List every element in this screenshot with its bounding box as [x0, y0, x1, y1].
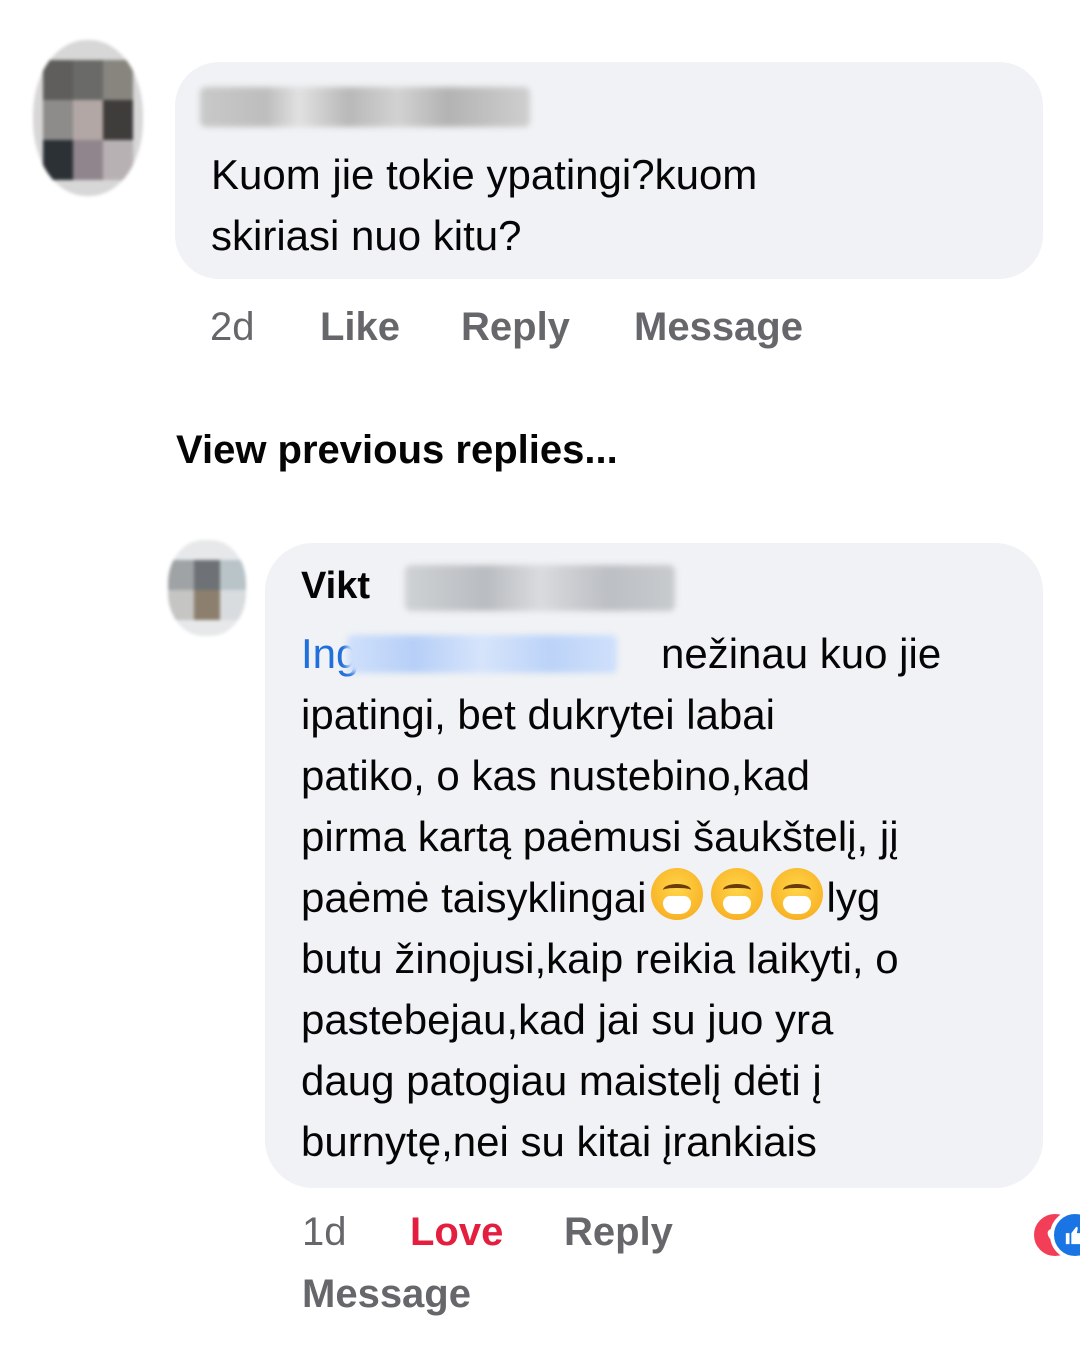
comment-bubble[interactable]: Kuom jie tokie ypatingi?kuom skiriasi nu… — [175, 62, 1043, 279]
like-button[interactable]: Like — [320, 305, 400, 350]
face-with-hand-over-mouth-icon — [710, 868, 763, 920]
comment-text: ipatingi, bet dukrytei labai patiko, o k… — [301, 684, 1021, 1172]
comment-text-first-line: nežinau kuo jie — [661, 630, 942, 677]
author-name-redacted[interactable] — [405, 565, 675, 611]
view-previous-replies-link[interactable]: View previous replies... — [176, 428, 618, 473]
avatar[interactable] — [168, 540, 246, 636]
face-with-hand-over-mouth-icon — [650, 868, 703, 920]
comments-thread: Kuom jie tokie ypatingi?kuom skiriasi nu… — [0, 0, 1080, 1371]
message-button[interactable]: Message — [302, 1272, 471, 1317]
face-with-hand-over-mouth-icon — [770, 868, 823, 920]
reply-button[interactable]: Reply — [461, 305, 570, 350]
author-name-redacted[interactable] — [200, 87, 530, 127]
comment-text: Kuom jie tokie ypatingi?kuom skiriasi nu… — [211, 151, 758, 259]
comment-actions: 2d Like Reply Message — [210, 305, 910, 355]
mention-redacted[interactable] — [347, 635, 617, 673]
reply-button[interactable]: Reply — [564, 1210, 673, 1255]
author-name[interactable]: Vikt — [301, 565, 370, 608]
message-button[interactable]: Message — [634, 305, 803, 350]
comment-bubble[interactable]: Vikt Ing nežinau kuo jie ipatingi, bet d… — [265, 543, 1043, 1188]
comment-timestamp[interactable]: 1d — [302, 1210, 347, 1255]
comment-actions: 1d Love Reply Message 2 — [302, 1210, 1080, 1330]
avatar[interactable] — [33, 40, 143, 196]
love-reaction-button[interactable]: Love — [410, 1210, 503, 1255]
comment-timestamp[interactable]: 2d — [210, 305, 255, 350]
